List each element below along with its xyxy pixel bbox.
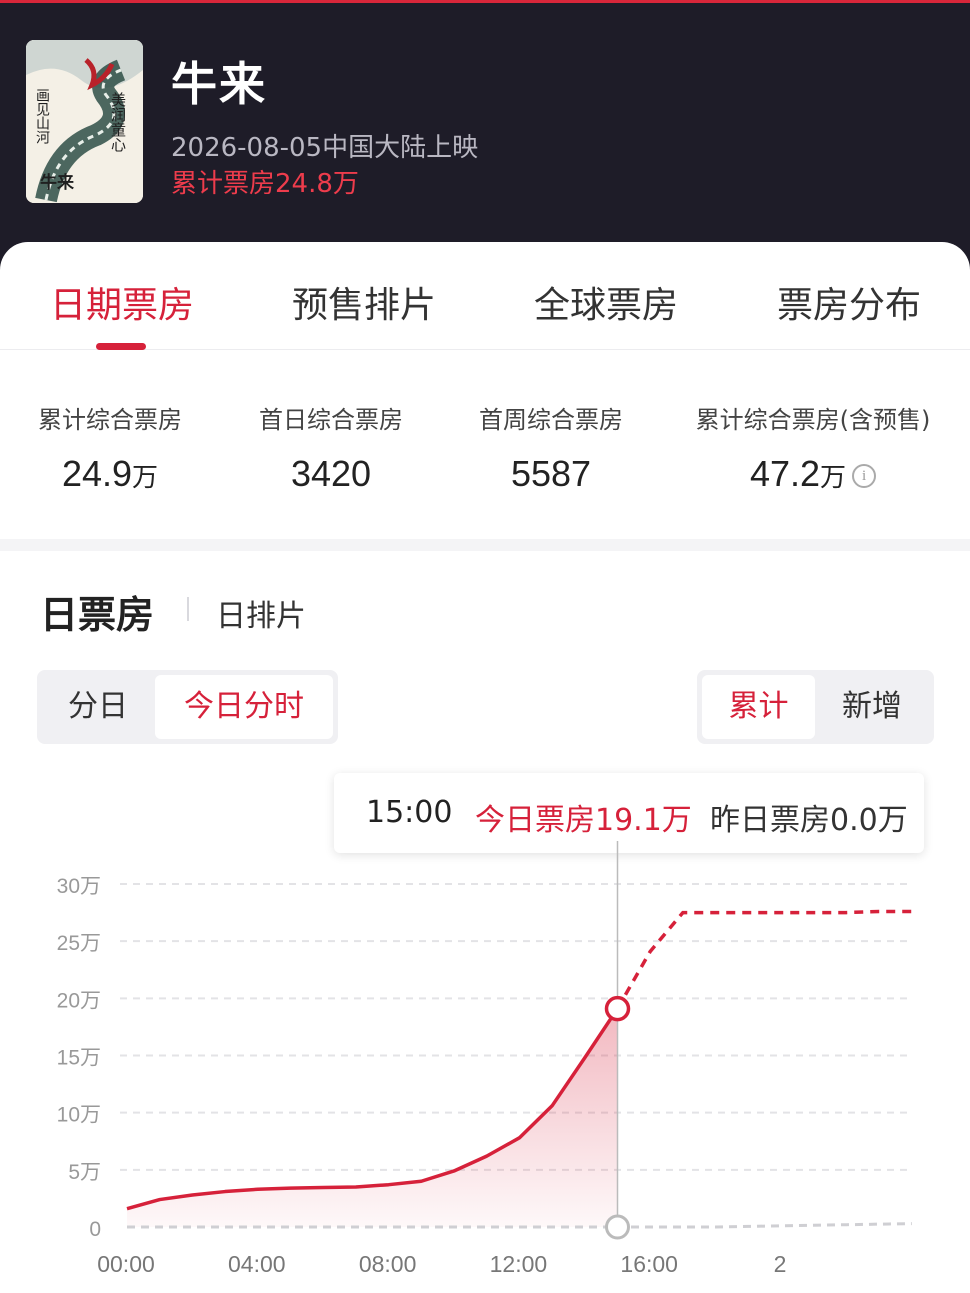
info-icon[interactable]: i: [852, 464, 877, 489]
toggle-cumulative[interactable]: 累计: [702, 675, 815, 739]
stat-label: 首周综合票房: [479, 406, 623, 434]
stat-label: 累计综合票房(含预售): [695, 406, 931, 434]
toggle-incremental[interactable]: 新增: [815, 675, 929, 739]
x-tick-label: 16:00: [620, 1251, 678, 1277]
cumulative-box-office: 累计票房24.8万: [171, 169, 359, 199]
active-tab-indicator: [96, 343, 146, 350]
movie-title: 牛来: [171, 57, 267, 111]
x-tick-label: 00:00: [97, 1251, 155, 1277]
x-tick-label: 08:00: [359, 1251, 417, 1277]
hourly-box-office-chart[interactable]: 0 5万 10万 15万 20万 25万 30万 00:00 04:00 08:00 12:00 16…: [0, 841, 970, 1293]
y-tick-label: 25万: [57, 932, 101, 955]
y-tick-label: 20万: [57, 989, 101, 1012]
box-office-card: 日期票房 预售排片 全球票房 票房分布 累计综合票房 24.9万 首日综合票房 …: [0, 242, 970, 539]
stat-value: 3420: [290, 453, 372, 494]
stat-cumulative: 累计综合票房 24.9万: [0, 400, 230, 495]
y-tick-label: 5万: [68, 1161, 101, 1184]
y-tick-label: 0: [89, 1218, 101, 1241]
section-subtitle[interactable]: 日排片: [216, 591, 306, 635]
daily-box-office-panel: 日票房 日排片 分日 今日分时 累计 新增 15:00 今日票房19.1万 昨日…: [0, 551, 970, 1293]
stat-first-day: 首日综合票房 3420: [211, 400, 451, 495]
stats-row: 累计综合票房 24.9万 首日综合票房 3420 首周综合票房 5587 累计综…: [0, 350, 970, 539]
stat-value: 24.9: [61, 453, 133, 494]
toggle-by-day[interactable]: 分日: [42, 675, 154, 739]
highlight-point-today: [604, 995, 631, 1022]
tooltip-today: 今日票房19.1万: [475, 803, 692, 838]
poster-tagline: 美润童心: [109, 92, 127, 152]
series-projection-line: [615, 909, 912, 1010]
x-tick-label: 2: [774, 1251, 787, 1277]
poster-art: 美润童心 画见山河 牛来: [26, 40, 143, 203]
stat-value: 5587: [510, 453, 592, 494]
tab-bar: 日期票房 预售排片 全球票房 票房分布: [0, 242, 970, 350]
y-tick-label: 15万: [57, 1047, 101, 1070]
tab-global-box-office[interactable]: 全球票房: [496, 276, 716, 328]
tab-daily-box-office[interactable]: 日期票房: [12, 276, 232, 328]
value-mode-toggle: 累计 新增: [697, 670, 934, 744]
release-date: 2026-08-05中国大陆上映: [171, 133, 479, 163]
poster-title: 牛来: [40, 172, 75, 193]
tooltip-time: 15:00: [366, 795, 453, 830]
x-tick-label: 12:00: [490, 1251, 548, 1277]
y-tick-label: 30万: [57, 875, 101, 898]
time-mode-toggle: 分日 今日分时: [37, 670, 338, 744]
tab-presale-schedule[interactable]: 预售排片: [254, 276, 474, 328]
stat-label: 累计综合票房: [38, 406, 182, 434]
stat-first-week: 首周综合票房 5587: [431, 400, 671, 495]
toggle-hourly-today[interactable]: 今日分时: [155, 675, 333, 739]
stat-label: 首日综合票房: [259, 406, 403, 434]
stat-unit: 万: [132, 462, 159, 492]
highlight-point-yesterday: [605, 1214, 630, 1240]
movie-poster[interactable]: 美润童心 画见山河 牛来: [26, 40, 143, 203]
tooltip-yesterday: 昨日票房0.0万: [710, 803, 908, 838]
accent-line: [0, 0, 970, 3]
section-title[interactable]: 日票房: [40, 584, 154, 639]
stat-cumulative-presale: 累计综合票房(含预售) 47.2万 i: [693, 400, 933, 495]
tab-box-office-distribution[interactable]: 票房分布: [739, 276, 959, 328]
stat-unit: 万: [820, 462, 847, 492]
x-tick-label: 04:00: [228, 1251, 286, 1277]
stat-value: 47.2: [749, 453, 821, 494]
poster-side-text: 画见山河: [34, 88, 50, 144]
y-tick-label: 10万: [57, 1104, 101, 1127]
movie-header: 美润童心 画见山河 牛来 牛来 2026-08-05中国大陆上映 累计票房24.…: [0, 0, 970, 270]
section-divider: [187, 597, 189, 621]
